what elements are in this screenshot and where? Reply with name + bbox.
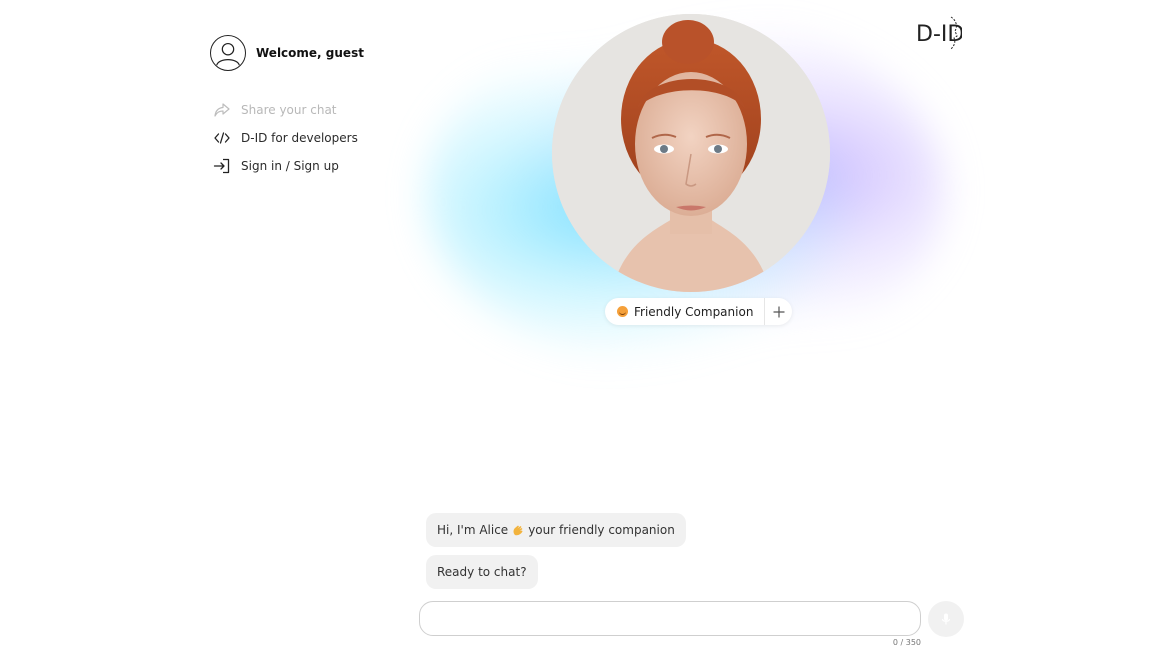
message-input-box — [419, 601, 921, 636]
sidebar-item-label: D-ID for developers — [241, 131, 358, 145]
sidebar-item-sign-in[interactable]: Sign in / Sign up — [213, 152, 358, 180]
message-text: your friendly companion — [528, 523, 675, 537]
add-persona-button[interactable] — [765, 298, 792, 325]
logo-text: D-ID — [916, 22, 962, 47]
message-input[interactable] — [420, 602, 920, 635]
microphone-icon — [941, 613, 951, 625]
plus-icon — [773, 306, 785, 317]
sidebar-item-developers[interactable]: D-ID for developers — [213, 124, 358, 152]
avatar-icon[interactable] — [210, 35, 246, 71]
assistant-message: Hi, I'm Alice your friendly companion — [426, 513, 686, 547]
share-icon — [214, 103, 230, 117]
persona-selector[interactable]: Friendly Companion — [605, 298, 764, 325]
send-button[interactable] — [928, 601, 964, 637]
sidebar-menu: Share your chat D-ID for developers Sign… — [213, 96, 358, 180]
sidebar-item-label: Sign in / Sign up — [241, 159, 339, 173]
user-greeting: Welcome, guest — [210, 35, 364, 71]
persona-name: Friendly Companion — [634, 304, 754, 319]
sidebar-item-label: Share your chat — [241, 103, 337, 117]
d-id-logo[interactable]: D-ID — [914, 14, 964, 52]
welcome-text: Welcome, guest — [256, 46, 364, 60]
smiley-emoji-icon — [617, 306, 628, 317]
avatar-portrait — [552, 14, 830, 292]
character-counter: 0 / 350 — [892, 638, 921, 647]
message-text: Hi, I'm Alice — [437, 523, 509, 537]
assistant-message: Ready to chat? — [426, 555, 538, 589]
persona-chip: Friendly Companion — [605, 298, 793, 325]
code-icon — [214, 132, 230, 144]
sidebar-item-share-chat[interactable]: Share your chat — [213, 96, 358, 124]
message-text: Ready to chat? — [437, 565, 527, 579]
sign-in-icon — [213, 158, 230, 174]
waving-hand-icon — [513, 525, 523, 536]
